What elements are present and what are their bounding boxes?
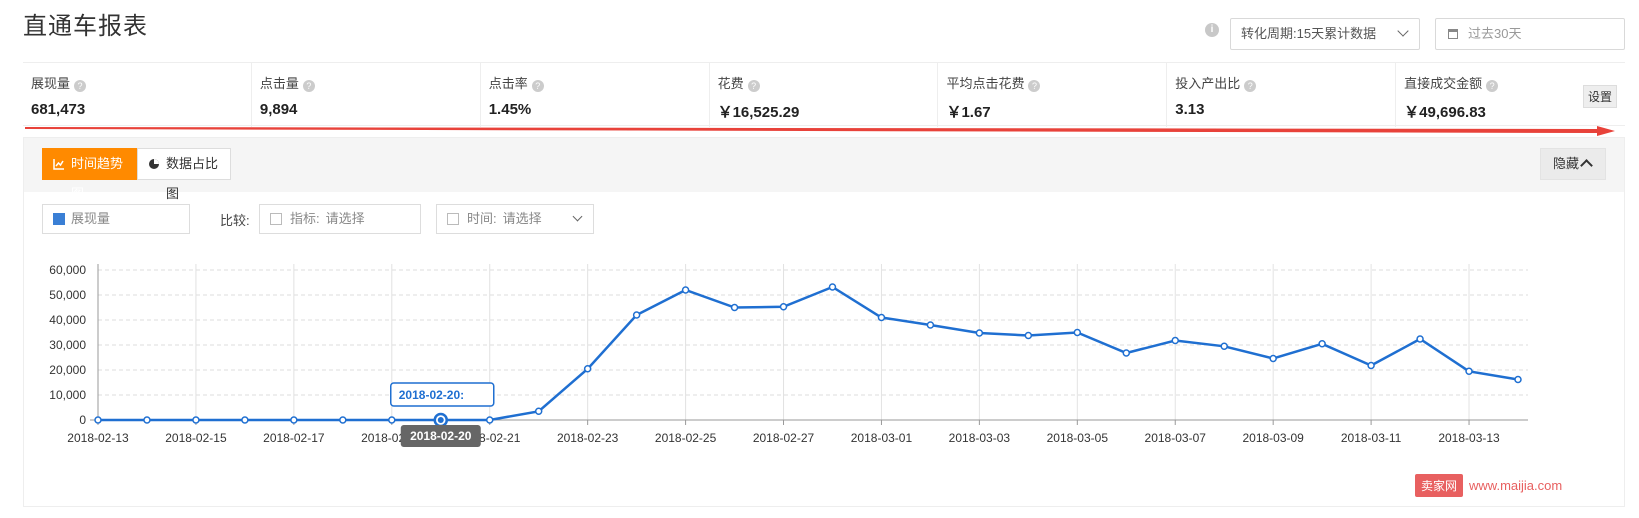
metric-selector[interactable]: 展现量 [42,204,190,234]
help-icon[interactable]: ? [747,80,760,92]
help-icon[interactable]: ? [1486,80,1499,92]
metric-label: 点击量 [259,76,299,91]
metric-label: 投入产出比 [1175,76,1241,91]
info-icon[interactable]: i [1205,23,1219,37]
help-icon[interactable]: ? [1244,80,1257,92]
compare-label: 比较: [220,213,250,228]
metric-roi[interactable]: 投入产出比? 3.13 [1167,63,1397,127]
metric-label: 花费 [717,76,744,91]
metric-clicks[interactable]: 点击量? 9,894 [252,63,481,127]
time-key: 时间: [467,211,497,226]
metric-spend[interactable]: 花费? ￥16,525.29 [710,63,939,127]
help-icon[interactable]: ? [1028,80,1041,92]
chevron-down-icon [572,211,583,222]
tab-label: 数据占比图 [166,156,219,201]
indicator-compare-select[interactable]: 指标: 请选择 [259,204,421,234]
tab-label: 时间趋势图 [71,156,124,201]
metric-label: 点击率 [488,76,528,91]
watermark-logo: 卖家网 [1415,473,1464,497]
indicator-key: 指标: [290,211,320,226]
conversion-period-label: 转化周期:15天累计数据 [1241,26,1377,41]
metric-value: 1.45% [488,101,532,118]
tab-data-share[interactable]: 数据占比图 [137,148,231,201]
time-placeholder: 请选择 [502,211,542,226]
metric-value: 3.13 [1175,101,1205,118]
hide-panel-button[interactable]: 隐藏 [1540,148,1606,180]
metric-value: 9,894 [259,101,298,118]
metric-label: 平均点击花费 [946,76,1025,91]
page-title: 直通车报表 [23,13,148,40]
metric-label: 展现量 [31,76,71,91]
help-icon[interactable]: ? [531,80,544,92]
watermark-url: www.maijia.com [1469,477,1563,493]
metric-direct-sales[interactable]: 直接成交金额? ￥49,696.83 设置 [1396,63,1625,127]
calendar-icon [1448,29,1458,39]
red-arrow-annotation [25,126,1615,136]
tab-time-trend[interactable]: 时间趋势图 [42,148,138,201]
conversion-period-select[interactable]: 转化周期:15天累计数据 [1230,18,1420,50]
series-color-swatch [53,213,65,225]
help-icon[interactable]: ? [74,80,87,92]
time-compare-select[interactable]: 时间: 请选择 [436,204,594,234]
metric-value: ￥1.67 [946,104,991,121]
trend-panel: 时间趋势图 数据占比图 隐藏 展现量 比较: 指标: 请选择 时间: 请选择 [23,137,1625,507]
metric-avg-cpc[interactable]: 平均点击花费? ￥1.67 [938,63,1168,127]
metric-selected: 展现量 [71,211,111,226]
date-range-placeholder: 过去30天 [1468,26,1522,41]
metric-impressions[interactable]: 展现量? 681,473 [23,63,252,127]
settings-button[interactable]: 设置 [1583,85,1618,108]
indicator-checkbox[interactable] [270,213,282,225]
metric-value: ￥16,525.29 [717,104,800,121]
line-chart-icon [53,159,64,170]
help-icon[interactable]: ? [302,80,315,92]
panel-header: 时间趋势图 数据占比图 隐藏 [24,138,1624,201]
hide-label: 隐藏 [1553,156,1580,171]
watermark: 卖家网 www.maijia.com [1415,473,1563,497]
pie-chart-icon [149,159,159,169]
indicator-placeholder: 请选择 [325,211,365,226]
metric-value: 681,473 [31,101,86,118]
date-range-input[interactable]: 过去30天 [1435,18,1625,50]
time-checkbox[interactable] [447,213,459,225]
chevron-down-icon [1397,25,1409,37]
metric-ctr[interactable]: 点击率? 1.45% [481,63,710,127]
metric-label: 直接成交金额 [1404,76,1483,91]
chevron-up-icon [1580,159,1593,172]
metrics-bar: 展现量? 681,473 点击量? 9,894 点击率? 1.45% 花费? ￥… [23,62,1625,127]
